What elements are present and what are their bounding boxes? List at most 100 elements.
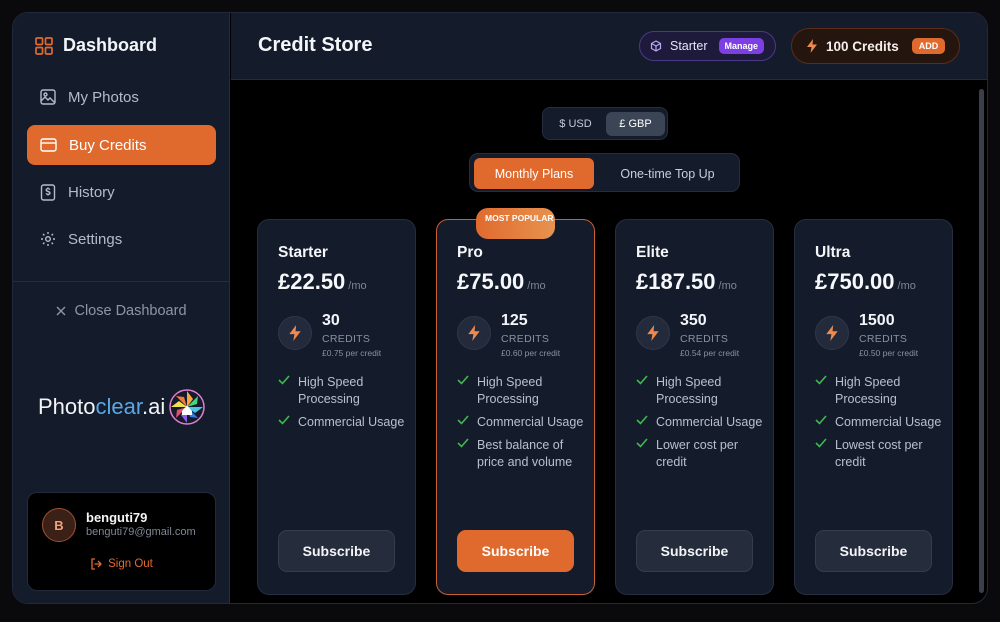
plan-card-elite: Elite £187.50/mo 350 CREDITS £0.54 per c… bbox=[615, 219, 774, 595]
close-dashboard-label: Close Dashboard bbox=[74, 303, 187, 319]
sidebar-item-label: My Photos bbox=[68, 88, 139, 106]
current-plan-name: Starter bbox=[670, 39, 708, 53]
per-credit-price: £0.54 per credit bbox=[680, 348, 740, 358]
plan-type-toggle: Monthly Plans One-time Top Up bbox=[469, 153, 740, 192]
check-icon bbox=[815, 438, 827, 448]
dashboard-icon bbox=[35, 36, 53, 55]
current-plan-pill: Starter Manage bbox=[639, 31, 776, 61]
feature-item: High Speed Processing bbox=[636, 374, 764, 408]
check-icon bbox=[636, 415, 648, 425]
plan-card-pro: MOST POPULAR Pro £75.00/mo 125 CREDITS £… bbox=[436, 208, 595, 595]
per-credit-price: £0.60 per credit bbox=[501, 348, 561, 358]
plan-name: Ultra bbox=[815, 244, 851, 261]
check-icon bbox=[457, 438, 469, 448]
divider bbox=[13, 281, 230, 282]
currency-usd-button[interactable]: $ USD bbox=[546, 112, 605, 136]
plan-credits: 30 bbox=[322, 312, 340, 329]
feature-list: High Speed Processing Commercial Usage L… bbox=[815, 374, 943, 477]
topbar: Credit Store Starter Manage 100 Credits … bbox=[231, 13, 987, 80]
lightning-icon bbox=[278, 316, 312, 350]
photoclear-logo: Photoclear.ai bbox=[38, 389, 205, 425]
sidebar: Dashboard My Photos Buy Credits History … bbox=[13, 13, 230, 603]
credits-label: CREDITS bbox=[859, 333, 908, 345]
feature-item: Lower cost per credit bbox=[636, 437, 764, 471]
subscribe-button[interactable]: Subscribe bbox=[457, 530, 574, 572]
user-card: B benguti79 benguti79@gmail.com Sign Out bbox=[27, 492, 216, 591]
feature-item: Commercial Usage bbox=[278, 414, 406, 431]
manage-button[interactable]: Manage bbox=[718, 38, 765, 54]
plan-card-starter: Starter £22.50/mo 30 CREDITS £0.75 per c… bbox=[257, 219, 416, 595]
close-icon bbox=[56, 306, 66, 316]
per-credit-price: £0.75 per credit bbox=[322, 348, 382, 358]
credits-label: CREDITS bbox=[680, 333, 729, 345]
logo-aperture-icon bbox=[169, 389, 205, 425]
lightning-icon bbox=[815, 316, 849, 350]
currency-toggle: $ USD £ GBP bbox=[542, 107, 668, 140]
add-credits-button[interactable]: ADD bbox=[911, 38, 946, 54]
check-icon bbox=[815, 375, 827, 385]
plan-price: £187.50/mo bbox=[636, 269, 737, 294]
logo-text: Photoclear.ai bbox=[38, 394, 166, 419]
credits-label: CREDITS bbox=[322, 333, 371, 345]
plan-price: £75.00/mo bbox=[457, 269, 546, 294]
feature-list: High Speed Processing Commercial Usage B… bbox=[457, 374, 585, 477]
sidebar-item-my-photos[interactable]: My Photos bbox=[27, 77, 216, 117]
lightning-icon bbox=[636, 316, 670, 350]
sidebar-item-label: Buy Credits bbox=[69, 136, 147, 154]
feature-list: High Speed Processing Commercial Usage L… bbox=[636, 374, 764, 477]
check-icon bbox=[457, 375, 469, 385]
check-icon bbox=[457, 415, 469, 425]
tab-one-time-top-up[interactable]: One-time Top Up bbox=[599, 158, 736, 189]
lightning-icon bbox=[807, 39, 817, 53]
subscribe-button[interactable]: Subscribe bbox=[278, 530, 395, 572]
feature-item: High Speed Processing bbox=[457, 374, 585, 408]
image-icon bbox=[40, 89, 56, 105]
plan-name: Elite bbox=[636, 244, 669, 261]
subscribe-button[interactable]: Subscribe bbox=[815, 530, 932, 572]
avatar: B bbox=[42, 508, 76, 542]
cube-icon bbox=[650, 40, 662, 52]
brand-label: Dashboard bbox=[63, 35, 158, 55]
user-email: benguti79@gmail.com bbox=[86, 526, 196, 538]
feature-list: High Speed Processing Commercial Usage bbox=[278, 374, 406, 437]
sidebar-brand[interactable]: Dashboard bbox=[35, 35, 157, 56]
plan-price: £22.50/mo bbox=[278, 269, 367, 294]
sidebar-item-settings[interactable]: Settings bbox=[27, 219, 216, 259]
plan-card-ultra: Ultra £750.00/mo 1500 CREDITS £0.50 per … bbox=[794, 219, 953, 595]
plan-name: Pro bbox=[457, 244, 483, 261]
feature-item: Commercial Usage bbox=[636, 414, 764, 431]
feature-item: Commercial Usage bbox=[815, 414, 943, 431]
sidebar-item-buy-credits[interactable]: Buy Credits bbox=[27, 125, 216, 165]
plan-name: Starter bbox=[278, 244, 328, 261]
check-icon bbox=[636, 375, 648, 385]
most-popular-badge: MOST POPULAR bbox=[476, 208, 555, 239]
close-dashboard-button[interactable]: Close Dashboard bbox=[13, 303, 230, 319]
tab-monthly-plans[interactable]: Monthly Plans bbox=[474, 158, 594, 189]
sidebar-item-label: Settings bbox=[68, 230, 123, 248]
page-title: Credit Store bbox=[258, 34, 373, 56]
subscribe-button[interactable]: Subscribe bbox=[636, 530, 753, 572]
check-icon bbox=[636, 438, 648, 448]
plan-price: £750.00/mo bbox=[815, 269, 916, 294]
scrollbar[interactable] bbox=[979, 89, 984, 593]
check-icon bbox=[278, 415, 290, 425]
lightning-icon bbox=[457, 316, 491, 350]
feature-item: Best balance of price and volume bbox=[457, 437, 585, 471]
user-name: benguti79 bbox=[86, 510, 148, 525]
currency-gbp-button[interactable]: £ GBP bbox=[606, 112, 665, 136]
sign-out-icon bbox=[91, 558, 103, 570]
plan-credits: 125 bbox=[501, 312, 528, 329]
plan-credits: 1500 bbox=[859, 312, 895, 329]
credit-card-icon bbox=[40, 138, 57, 152]
gear-icon bbox=[41, 232, 55, 246]
credits-label: CREDITS bbox=[501, 333, 550, 345]
plan-credits: 350 bbox=[680, 312, 707, 329]
sidebar-item-label: History bbox=[68, 183, 115, 201]
check-icon bbox=[815, 415, 827, 425]
sidebar-item-history[interactable]: History bbox=[27, 172, 216, 212]
feature-item: High Speed Processing bbox=[278, 374, 406, 408]
feature-item: Commercial Usage bbox=[457, 414, 585, 431]
feature-item: High Speed Processing bbox=[815, 374, 943, 408]
per-credit-price: £0.50 per credit bbox=[859, 348, 919, 358]
sign-out-button[interactable]: Sign Out bbox=[28, 558, 215, 570]
